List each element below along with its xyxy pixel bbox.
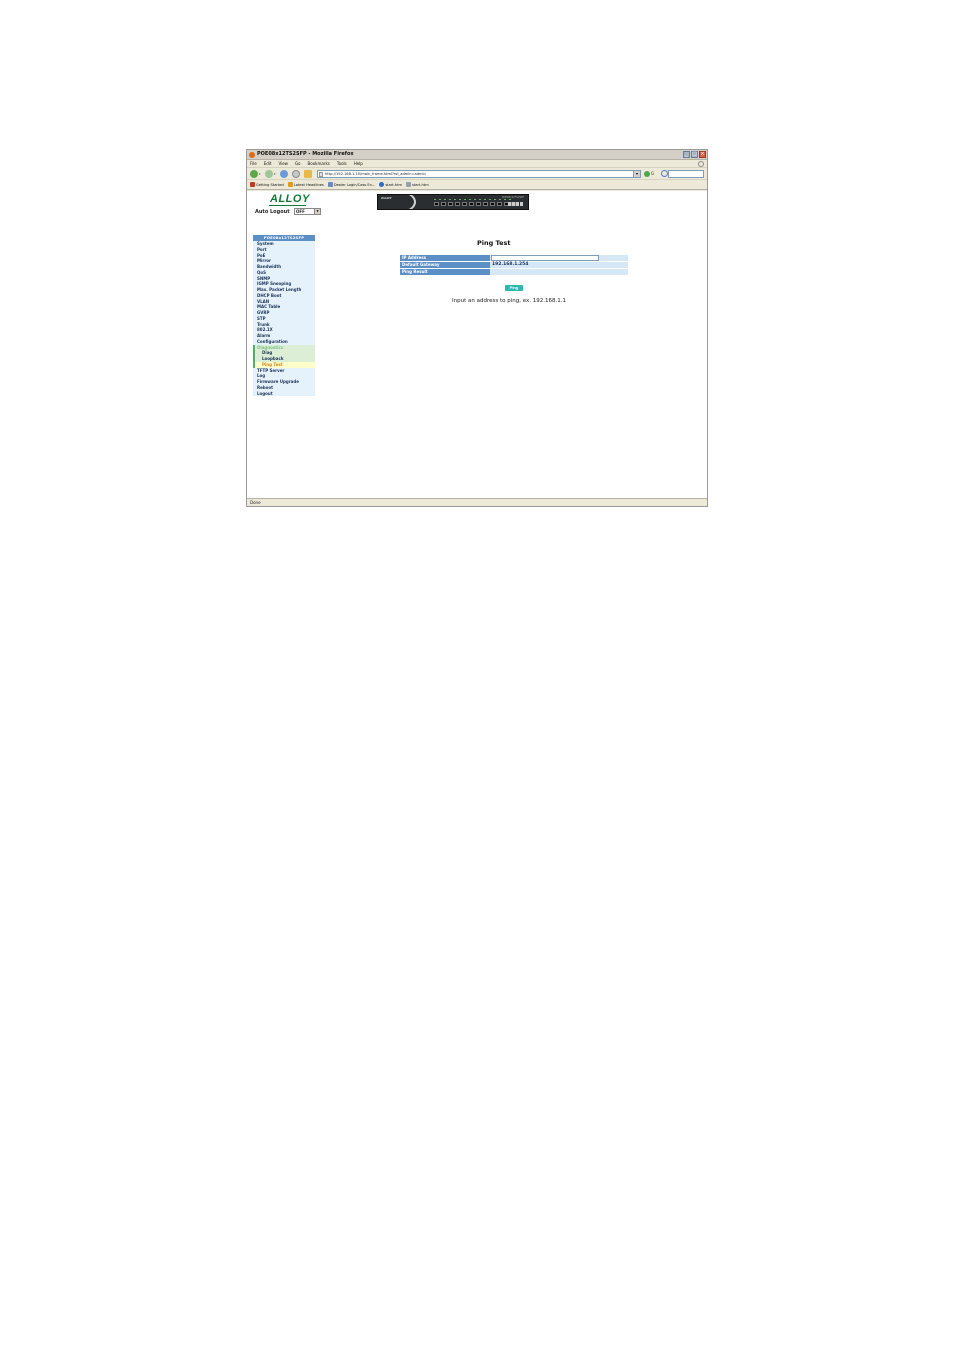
banner-sfp-ports [508, 202, 523, 206]
page-icon [406, 182, 412, 187]
bookmark-label: Getting Started [256, 182, 284, 187]
search-icon[interactable] [661, 170, 668, 177]
ping-result-value [490, 269, 628, 275]
sidebar-menu: POE08x12TS2SFP System Port PoE Mirror Bandwi… [253, 235, 315, 397]
ping-result-label: Ping Result [400, 269, 490, 275]
sidebar-item-logout[interactable]: Logout [253, 391, 315, 397]
banner-port [497, 202, 502, 206]
reload-icon[interactable] [280, 170, 288, 178]
firefox-icon [249, 152, 255, 158]
menu-bar: File Edit View Go Bookmarks Tools Help [247, 160, 707, 168]
banner-port [469, 202, 474, 206]
ping-button[interactable]: Ping [505, 285, 523, 291]
rss-icon [287, 182, 293, 187]
bookmark-start-1[interactable]: start.htm [379, 182, 402, 187]
address-dropdown-icon[interactable]: ▾ [633, 170, 641, 178]
window-title: POE08x12TS2SFP - Mozilla Firefox [257, 151, 354, 157]
bookmark-label: Latest Headlines [293, 182, 324, 187]
banner-port [434, 202, 439, 206]
throbber-icon [698, 161, 704, 167]
forward-icon[interactable] [265, 170, 273, 178]
bookmark-label: start.htm [385, 182, 403, 187]
auto-logout-select[interactable]: OFF ▼ [294, 208, 321, 215]
go-label[interactable]: G [651, 171, 654, 177]
menu-view[interactable]: View [278, 160, 288, 167]
globe-icon [379, 182, 385, 187]
chevron-down-icon: ▼ [314, 209, 320, 214]
banner-port [462, 202, 467, 206]
browser-window: POE08x12TS2SFP - Mozilla Firefox _ □ × F… [246, 149, 708, 507]
maximize-icon: □ [692, 151, 697, 157]
back-icon[interactable] [250, 170, 258, 178]
switch-banner-image: ALLOY POE08x12TS2SFP [377, 194, 529, 210]
home-icon[interactable] [304, 170, 312, 178]
banner-port [441, 202, 446, 206]
bookmark-dealer-login[interactable]: Dealer Login/Cass En... [327, 182, 376, 187]
stop-icon[interactable] [292, 170, 300, 178]
banner-ports [434, 202, 516, 206]
ip-address-label: IP Address [400, 255, 490, 261]
close-icon: × [700, 151, 705, 157]
status-text: Done [250, 500, 261, 505]
banner-port [455, 202, 460, 206]
bookmark-label: start.htm [412, 182, 429, 187]
logo-underline [269, 205, 306, 206]
alloy-logo: ALLOY [270, 193, 310, 205]
forward-dropdown-icon[interactable]: ▾ [274, 172, 276, 176]
bookmark-latest-headlines[interactable]: Latest Headlines [287, 182, 324, 187]
minimize-button[interactable]: _ [683, 151, 690, 158]
default-gateway-row: Default Gateway 192.168.1.254 [400, 262, 628, 268]
banner-port [483, 202, 488, 206]
address-bar[interactable]: http://192.168.1.10/main_frame.html?rol_… [317, 170, 641, 178]
page-title: Ping Test [477, 239, 511, 247]
bookmark-getting-started[interactable]: Getting Started [250, 182, 284, 187]
menu-tools[interactable]: Tools [337, 160, 347, 167]
ping-hint-text: Input an address to ping, ex. 192.168.1.… [452, 298, 566, 304]
title-bar: POE08x12TS2SFP - Mozilla Firefox _ □ × [247, 150, 707, 160]
maximize-button[interactable]: □ [691, 151, 698, 158]
banner-port [476, 202, 481, 206]
bookmark-start-2[interactable]: start.htm [406, 182, 429, 187]
back-dropdown-icon[interactable]: ▾ [259, 172, 261, 176]
go-icon[interactable] [644, 171, 650, 177]
navigation-toolbar: ▾ ▾ http://192.168.1.10/main_frame.html?… [247, 168, 707, 180]
bookmark-icon [327, 182, 333, 187]
bookmark-icon [250, 182, 255, 187]
ping-form-table: IP Address Default Gateway 192.168.1.254… [400, 255, 628, 276]
menu-bookmarks[interactable]: Bookmarks [308, 160, 330, 167]
menu-help[interactable]: Help [354, 160, 363, 167]
bookmark-label: Dealer Login/Cass En... [333, 182, 376, 187]
ping-result-row: Ping Result [400, 269, 628, 275]
search-input[interactable] [668, 170, 704, 178]
default-gateway-value: 192.168.1.254 [490, 262, 628, 268]
ip-address-row: IP Address [400, 255, 628, 261]
menu-edit[interactable]: Edit [264, 160, 272, 167]
page-icon [319, 172, 323, 177]
status-bar: Done [247, 498, 707, 506]
menu-go[interactable]: Go [295, 160, 301, 167]
banner-leds [434, 199, 512, 200]
page-content: ALLOY Auto Logout OFF ▼ ALLOY POE08x12TS… [247, 191, 707, 498]
minimize-icon: _ [685, 151, 688, 157]
banner-port [490, 202, 495, 206]
close-button[interactable]: × [699, 151, 706, 158]
banner-brand: ALLOY [381, 196, 392, 200]
auto-logout-value: OFF [296, 209, 305, 214]
menu-file[interactable]: File [250, 160, 257, 167]
bookmarks-toolbar: Getting Started Latest Headlines Dealer … [247, 180, 707, 190]
banner-port [448, 202, 453, 206]
address-url[interactable]: http://192.168.1.10/main_frame.html?rol_… [325, 172, 426, 177]
ip-address-input[interactable] [491, 255, 599, 261]
auto-logout-label: Auto Logout [255, 209, 290, 215]
window-controls: _ □ × [683, 151, 706, 158]
default-gateway-label: Default Gateway [400, 262, 490, 268]
